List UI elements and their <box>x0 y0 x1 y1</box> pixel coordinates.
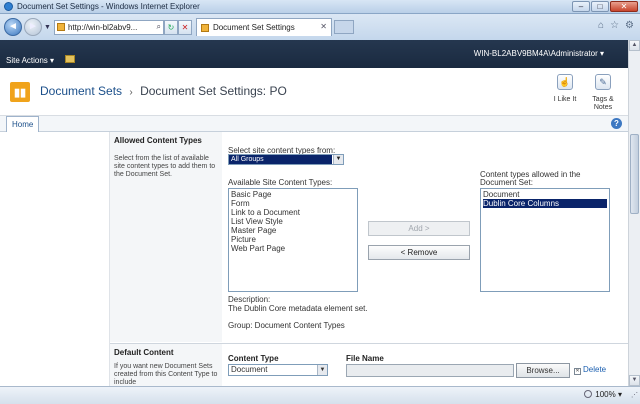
page-title-area: ▮▮ Document Sets › Document Set Settings… <box>0 68 628 116</box>
list-item[interactable]: Web Part Page <box>231 244 355 253</box>
delete-label: Delete <box>583 365 607 374</box>
chevron-down-icon: ▼ <box>333 155 343 164</box>
delete-icon: ✕ <box>574 368 581 375</box>
list-item[interactable]: Master Page <box>231 226 355 235</box>
file-name-input[interactable] <box>346 364 514 377</box>
add-button[interactable]: Add > <box>368 221 470 236</box>
quick-launch <box>0 132 110 386</box>
browse-button[interactable]: Browse... <box>516 363 570 378</box>
list-item[interactable]: Dublin Core Columns <box>483 199 607 208</box>
scroll-down-icon[interactable]: ▼ <box>629 375 640 386</box>
zoom-value: 100% <box>595 390 616 399</box>
breadcrumb-site-link[interactable]: Document Sets <box>40 84 122 98</box>
search-icon[interactable]: ⌕ <box>156 22 160 32</box>
site-actions-menu[interactable]: Site Actions ▾ <box>6 56 54 65</box>
tab-home[interactable]: Home <box>6 116 40 132</box>
available-label: Available Site Content Types: <box>228 178 333 187</box>
content-type-select-value: Document <box>231 365 268 374</box>
address-text: http://win-bl2abv9... <box>67 22 138 32</box>
list-item[interactable]: Document <box>483 190 607 199</box>
tag-icon: ✎ <box>595 74 611 90</box>
default-content-section: Default Content If you want new Document… <box>110 343 222 386</box>
maximize-button[interactable]: □ <box>591 1 609 12</box>
tab-page-icon <box>200 23 209 32</box>
internet-explorer-icon <box>4 2 13 11</box>
i-like-it-label: I Like It <box>553 96 577 103</box>
breadcrumb-separator: › <box>129 87 133 98</box>
user-menu[interactable]: WIN-BL2ABV9BM4A\Administrator ▾ <box>474 49 604 58</box>
browser-tab[interactable]: Document Set Settings ✕ <box>195 18 332 36</box>
remove-button[interactable]: < Remove <box>368 245 470 260</box>
tab-title: Document Set Settings <box>212 23 295 32</box>
chevron-down-icon: ▼ <box>317 365 327 375</box>
section-title: Default Content <box>114 348 174 357</box>
window-titlebar: Document Set Settings - Windows Internet… <box>0 0 640 14</box>
navigate-up-icon[interactable] <box>65 55 75 63</box>
default-content-controls: Content Type File Name Document ▼ Browse… <box>222 343 628 386</box>
new-tab-button[interactable] <box>333 20 354 34</box>
scroll-thumb[interactable] <box>630 134 639 214</box>
description-label: Description: <box>228 295 271 304</box>
page-title: Document Set Settings: PO <box>140 84 287 98</box>
allowed-label-line2: Document Set: <box>480 178 533 187</box>
command-icons: ⌂ ☆ ⚙ <box>598 20 634 31</box>
allowed-content-types-section: Allowed Content Types Select from the li… <box>110 132 222 342</box>
group-select[interactable]: All Groups ▼ <box>228 154 344 165</box>
help-icon[interactable]: ? <box>611 118 622 129</box>
available-content-types-list[interactable]: Basic Page Form Link to a Document List Vie… <box>228 188 358 292</box>
thumbs-up-icon: ☝ <box>557 74 573 90</box>
description-value: The Dublin Core metadata element set. <box>228 304 368 313</box>
section-title: Allowed Content Types <box>114 136 202 145</box>
stop-button[interactable]: ✕ <box>177 19 192 35</box>
window-title: Document Set Settings - Windows Internet… <box>17 2 200 11</box>
top-link-bar: Home ? <box>0 116 628 132</box>
content-type-select[interactable]: Document ▼ <box>228 364 328 376</box>
minimize-button[interactable]: – <box>572 1 590 12</box>
tags-notes-label: Tags & Notes <box>592 96 614 111</box>
content-type-header: Content Type <box>228 354 279 363</box>
allowed-content-types-list[interactable]: Document Dublin Core Columns <box>480 188 610 292</box>
list-item[interactable]: Link to a Document <box>231 208 355 217</box>
status-bar: 100% ▾ ⋰ <box>0 386 640 404</box>
group-info: Group: Document Content Types <box>228 321 345 330</box>
page-icon <box>56 23 65 31</box>
address-input[interactable]: http://win-bl2abv9... ⌕ <box>53 19 164 35</box>
tags-notes-button[interactable]: ✎ Tags & Notes <box>587 74 619 112</box>
window-controls: – □ ✕ <box>572 1 638 12</box>
section-description: Select from the list of available site c… <box>114 155 216 178</box>
list-item[interactable]: Basic Page <box>231 190 355 199</box>
list-item[interactable]: Picture <box>231 235 355 244</box>
allowed-content-types-controls: Select site content types from: All Grou… <box>222 132 628 342</box>
recent-pages-dropdown[interactable]: ▼ <box>44 24 51 31</box>
list-item[interactable]: List View Style <box>231 217 355 226</box>
zoom-icon <box>584 390 593 398</box>
zoom-control[interactable]: 100% ▾ <box>584 390 622 399</box>
address-bar-row: ◄ ► ▼ http://win-bl2abv9... ⌕ ↻ ✕ Docume… <box>0 14 640 40</box>
breadcrumb: Document Sets › Document Set Settings: P… <box>40 84 287 98</box>
zoom-dropdown-icon[interactable]: ▾ <box>618 390 622 399</box>
close-window-button[interactable]: ✕ <box>610 1 638 12</box>
delete-link[interactable]: ✕ Delete <box>574 365 606 375</box>
site-logo-icon: ▮▮ <box>10 82 30 102</box>
forward-button[interactable]: ► <box>24 18 42 36</box>
file-name-header: File Name <box>346 354 384 363</box>
list-item[interactable]: Form <box>231 199 355 208</box>
scroll-up-icon[interactable]: ▲ <box>629 40 640 51</box>
i-like-it-button[interactable]: ☝ I Like It <box>548 74 582 103</box>
sharepoint-top-bar: Site Actions ▾ WIN-BL2ABV9BM4A\Administr… <box>0 40 628 68</box>
favorites-icon[interactable]: ☆ <box>610 20 619 31</box>
resize-grip-icon[interactable]: ⋰ <box>631 391 638 399</box>
main-content: Allowed Content Types Select from the li… <box>110 132 628 386</box>
tools-icon[interactable]: ⚙ <box>625 20 634 31</box>
vertical-scrollbar[interactable]: ▲ ▼ <box>628 40 640 386</box>
group-select-value: All Groups <box>229 155 332 164</box>
section-description: If you want new Document Sets created fr… <box>114 363 218 386</box>
back-button[interactable]: ◄ <box>4 18 22 36</box>
close-tab-icon[interactable]: ✕ <box>320 22 327 31</box>
home-icon[interactable]: ⌂ <box>598 20 604 31</box>
refresh-button[interactable]: ↻ <box>163 19 178 35</box>
